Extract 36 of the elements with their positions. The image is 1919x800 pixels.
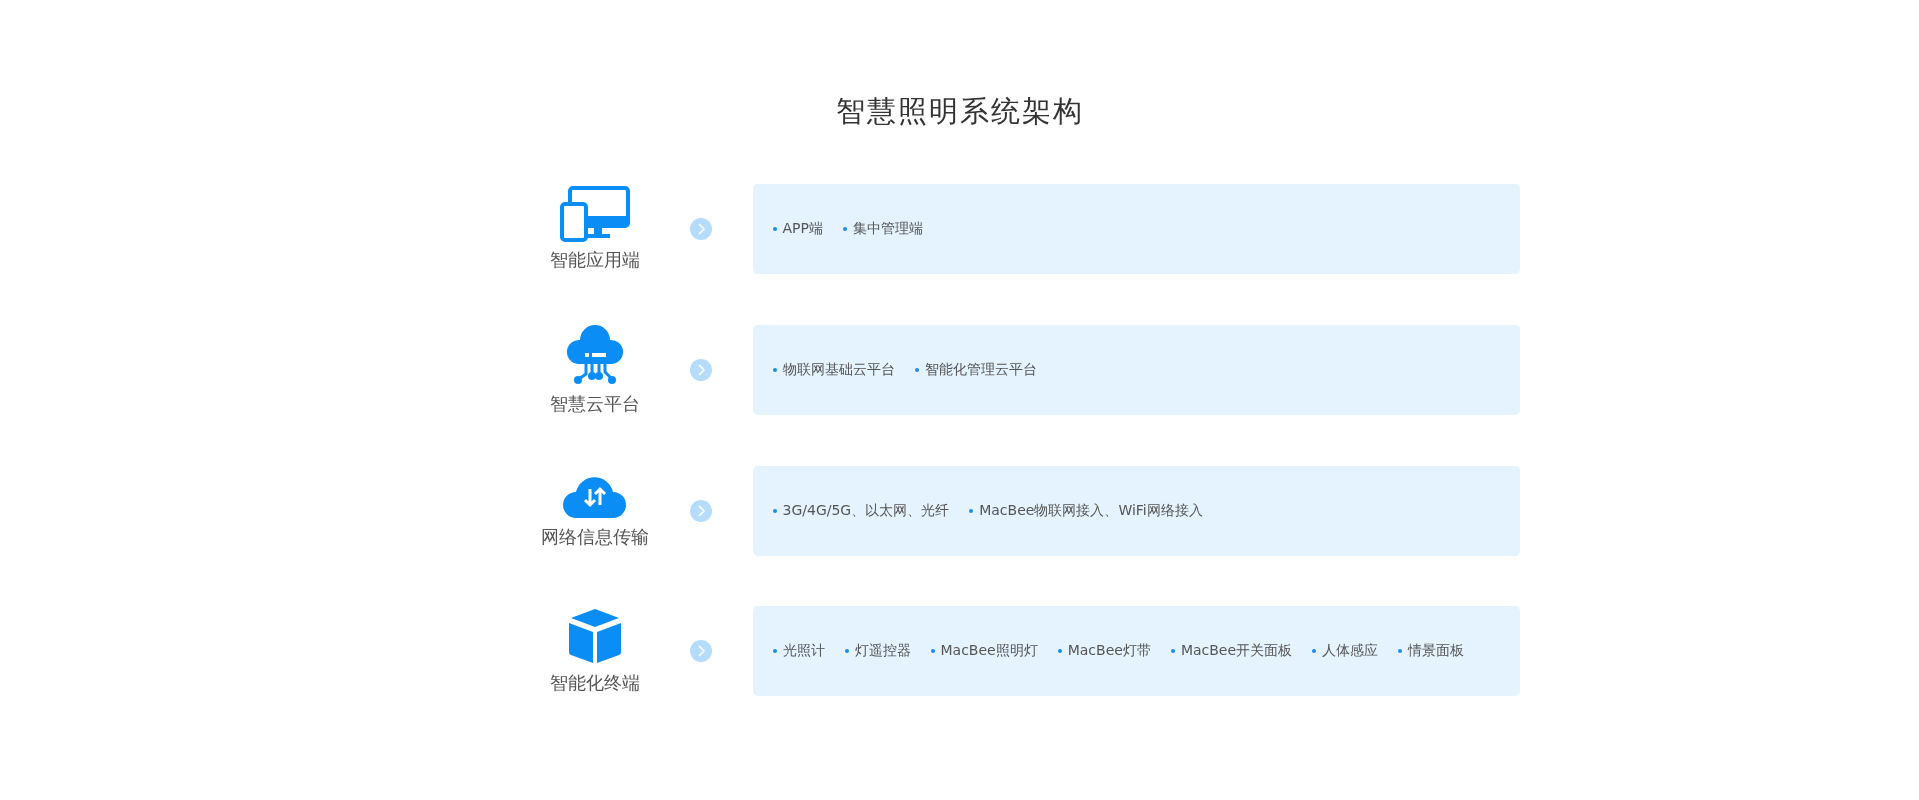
bullet-icon bbox=[1057, 649, 1062, 653]
list-item: MacBee灯带 bbox=[1067, 642, 1151, 660]
bullet-icon bbox=[914, 368, 919, 372]
page-title: 智慧照明系统架构 bbox=[835, 93, 1084, 130]
devices-icon bbox=[559, 186, 630, 242]
bullet-icon bbox=[1398, 649, 1403, 653]
bullet-icon bbox=[772, 368, 777, 372]
layer-label: 网络信息传输 bbox=[540, 525, 649, 549]
list-item: 人体感应 bbox=[1322, 642, 1379, 660]
bullet-icon bbox=[930, 649, 935, 653]
list-item: MacBee开关面板 bbox=[1180, 642, 1293, 660]
chevron-right-icon bbox=[689, 218, 712, 240]
list-item: MacBee物联网接入、WiFi网络接入 bbox=[979, 502, 1203, 520]
list-item: 3G/4G/5G、以太网、光纤 bbox=[782, 502, 950, 520]
list-item: 集中管理端 bbox=[852, 220, 923, 238]
chevron-right-icon bbox=[689, 359, 712, 381]
list-item: 物联网基础云平台 bbox=[782, 361, 895, 379]
bullet-icon bbox=[1312, 649, 1317, 653]
bullet-icon bbox=[772, 649, 777, 653]
list-item: 情景面板 bbox=[1408, 642, 1465, 660]
bullet-icon bbox=[1170, 649, 1175, 653]
chevron-right-icon bbox=[689, 640, 712, 662]
bullet-icon bbox=[772, 509, 777, 513]
list-item: 光照计 bbox=[782, 642, 825, 660]
layer-label: 智能化终端 bbox=[549, 671, 640, 695]
layer-label: 智能应用端 bbox=[549, 248, 640, 272]
bullet-icon bbox=[842, 227, 847, 231]
chevron-right-icon bbox=[689, 500, 712, 522]
bullet-icon bbox=[844, 649, 849, 653]
list-item: 智能化管理云平台 bbox=[924, 361, 1037, 379]
layer-label: 智慧云平台 bbox=[549, 392, 640, 416]
list-item: APP端 bbox=[782, 220, 823, 238]
list-item: 灯遥控器 bbox=[854, 642, 911, 660]
list-item: MacBee照明灯 bbox=[940, 642, 1038, 660]
bullet-icon bbox=[969, 509, 974, 513]
bullet-icon bbox=[772, 227, 777, 231]
